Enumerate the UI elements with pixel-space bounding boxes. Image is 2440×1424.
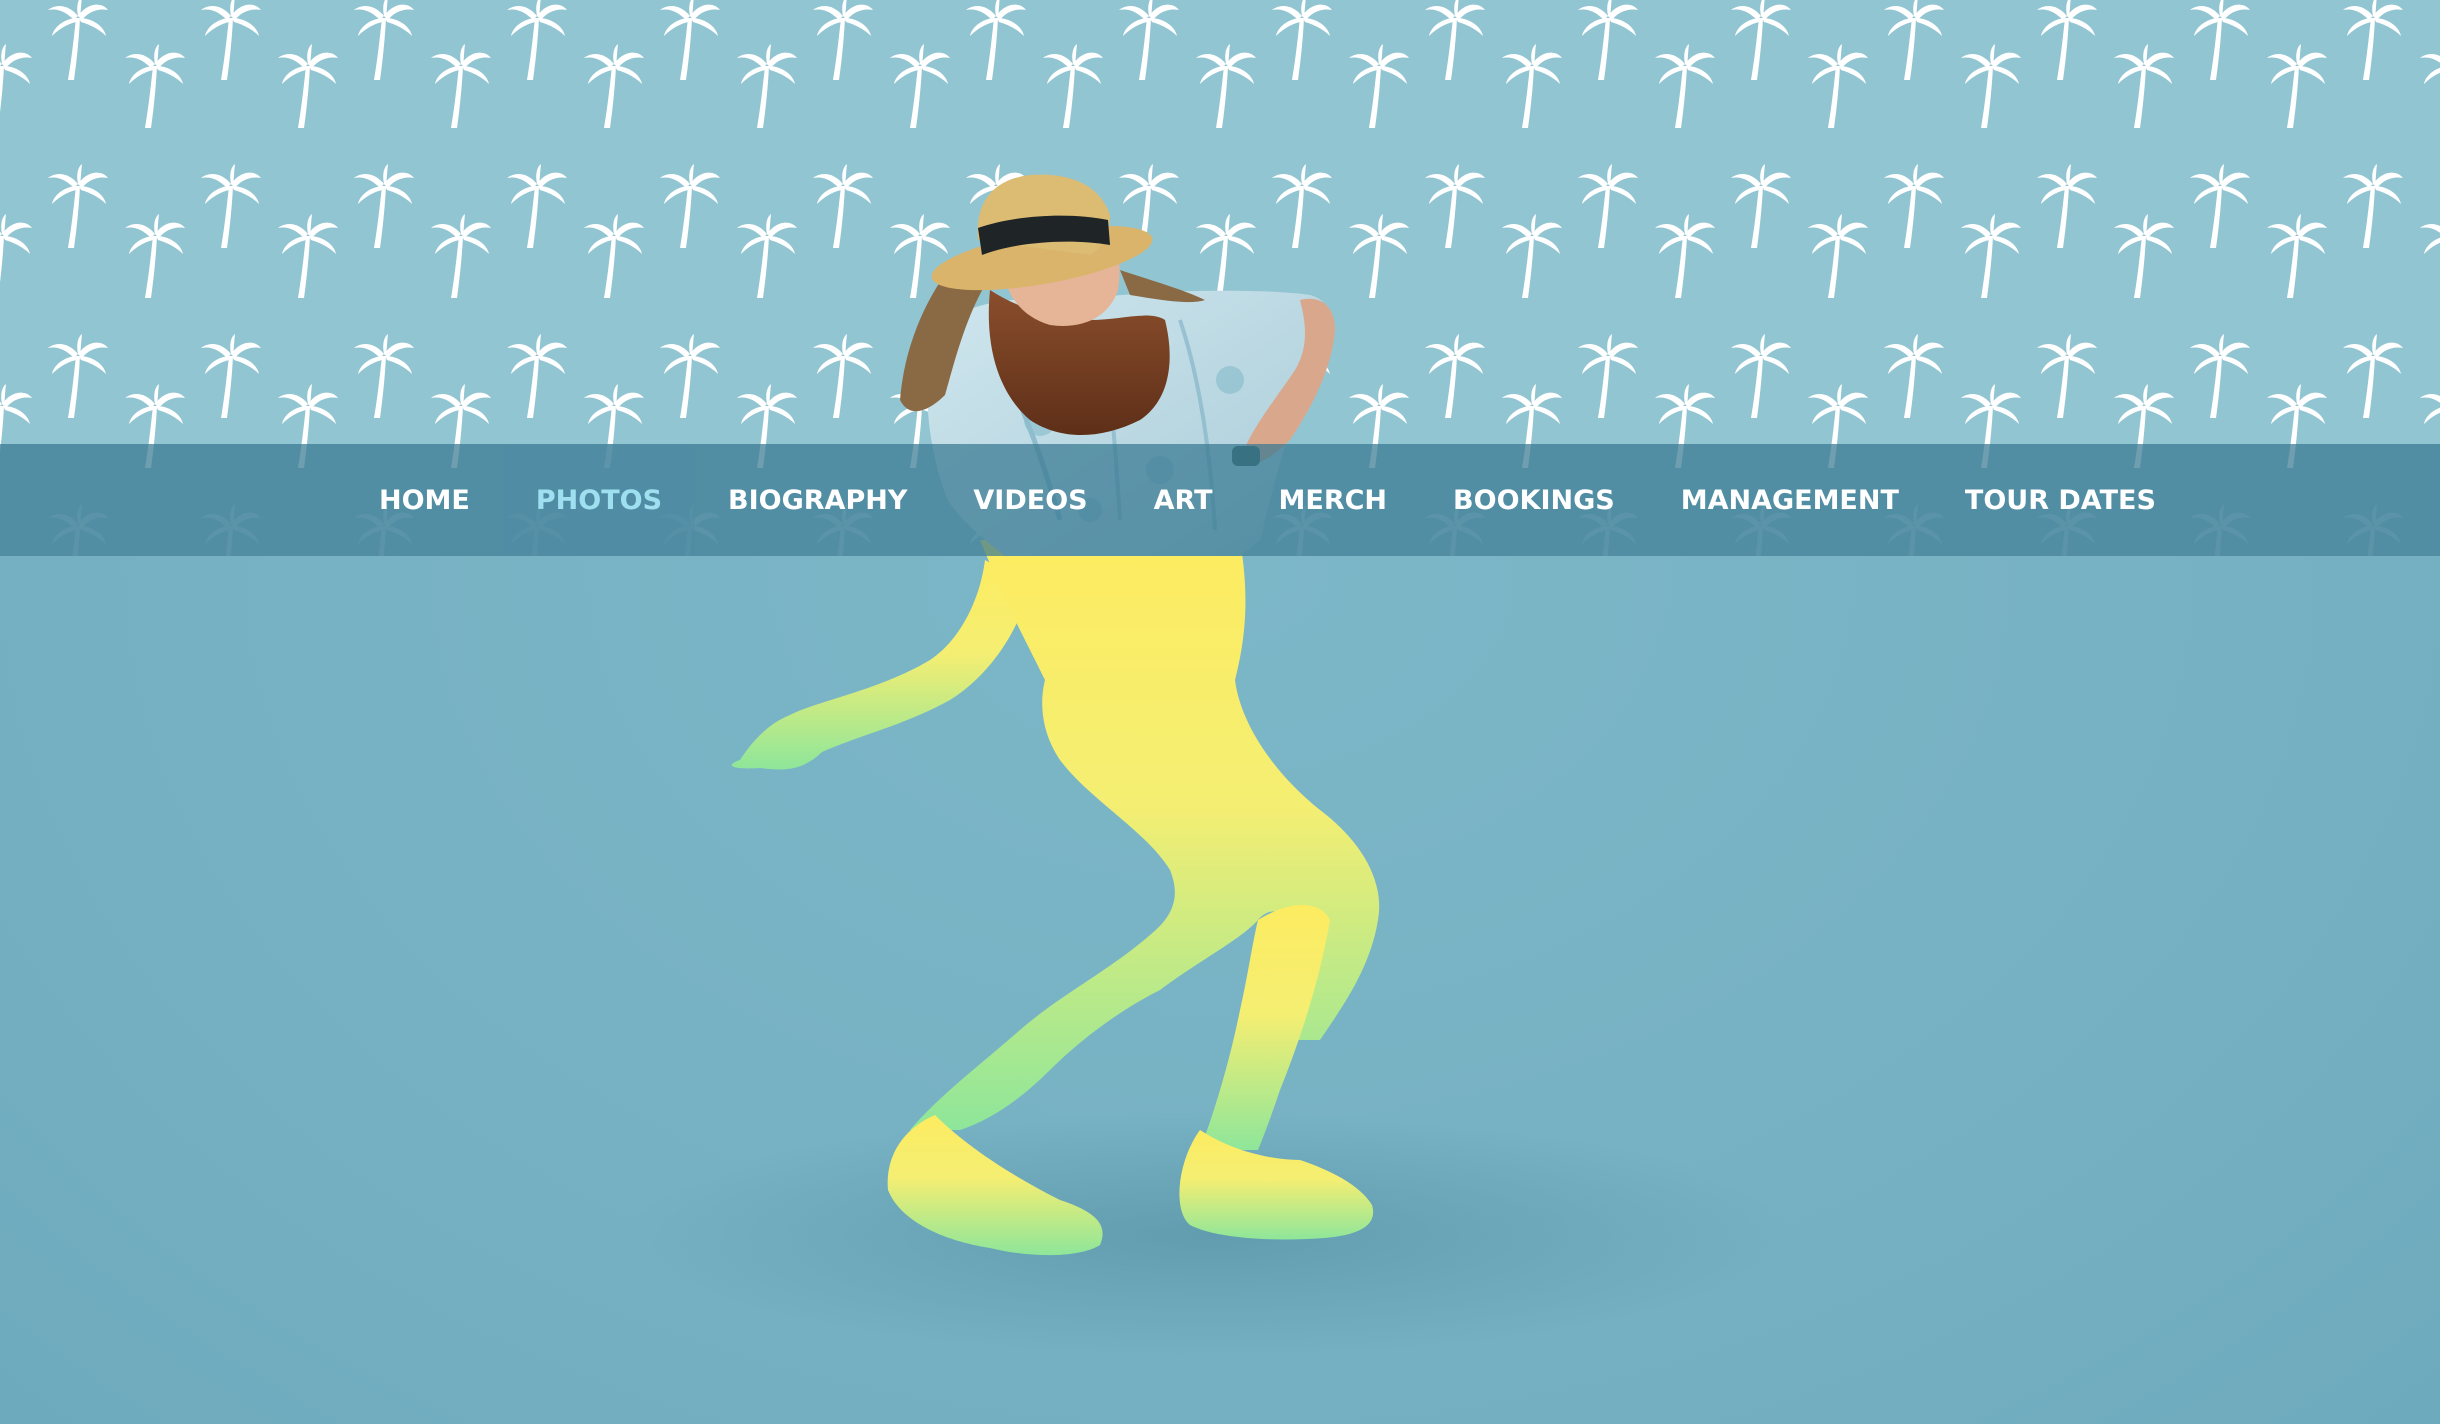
- straw-hat: [931, 174, 1153, 291]
- nav-item-management[interactable]: MANAGEMENT: [1648, 444, 1932, 556]
- dancing-man-image: [731, 174, 1380, 1256]
- nav-item-tour-dates[interactable]: TOUR DATES: [1932, 444, 2189, 556]
- nav-item-videos[interactable]: VIDEOS: [940, 444, 1120, 556]
- nav-item-biography[interactable]: BIOGRAPHY: [695, 444, 940, 556]
- nav-item-art[interactable]: ART: [1121, 444, 1246, 556]
- nav-item-merch[interactable]: MERCH: [1246, 444, 1421, 556]
- main-navigation: HOME PHOTOS BIOGRAPHY VIDEOS ART MERCH B…: [0, 444, 2440, 556]
- nav-item-home[interactable]: HOME: [346, 444, 503, 556]
- nav-list: HOME PHOTOS BIOGRAPHY VIDEOS ART MERCH B…: [346, 444, 2189, 556]
- body-silhouette: [731, 540, 1380, 1256]
- nav-item-bookings[interactable]: BOOKINGS: [1420, 444, 1648, 556]
- hero-stage: HOME PHOTOS BIOGRAPHY VIDEOS ART MERCH B…: [0, 0, 2440, 1424]
- nav-item-photos[interactable]: PHOTOS: [502, 444, 696, 556]
